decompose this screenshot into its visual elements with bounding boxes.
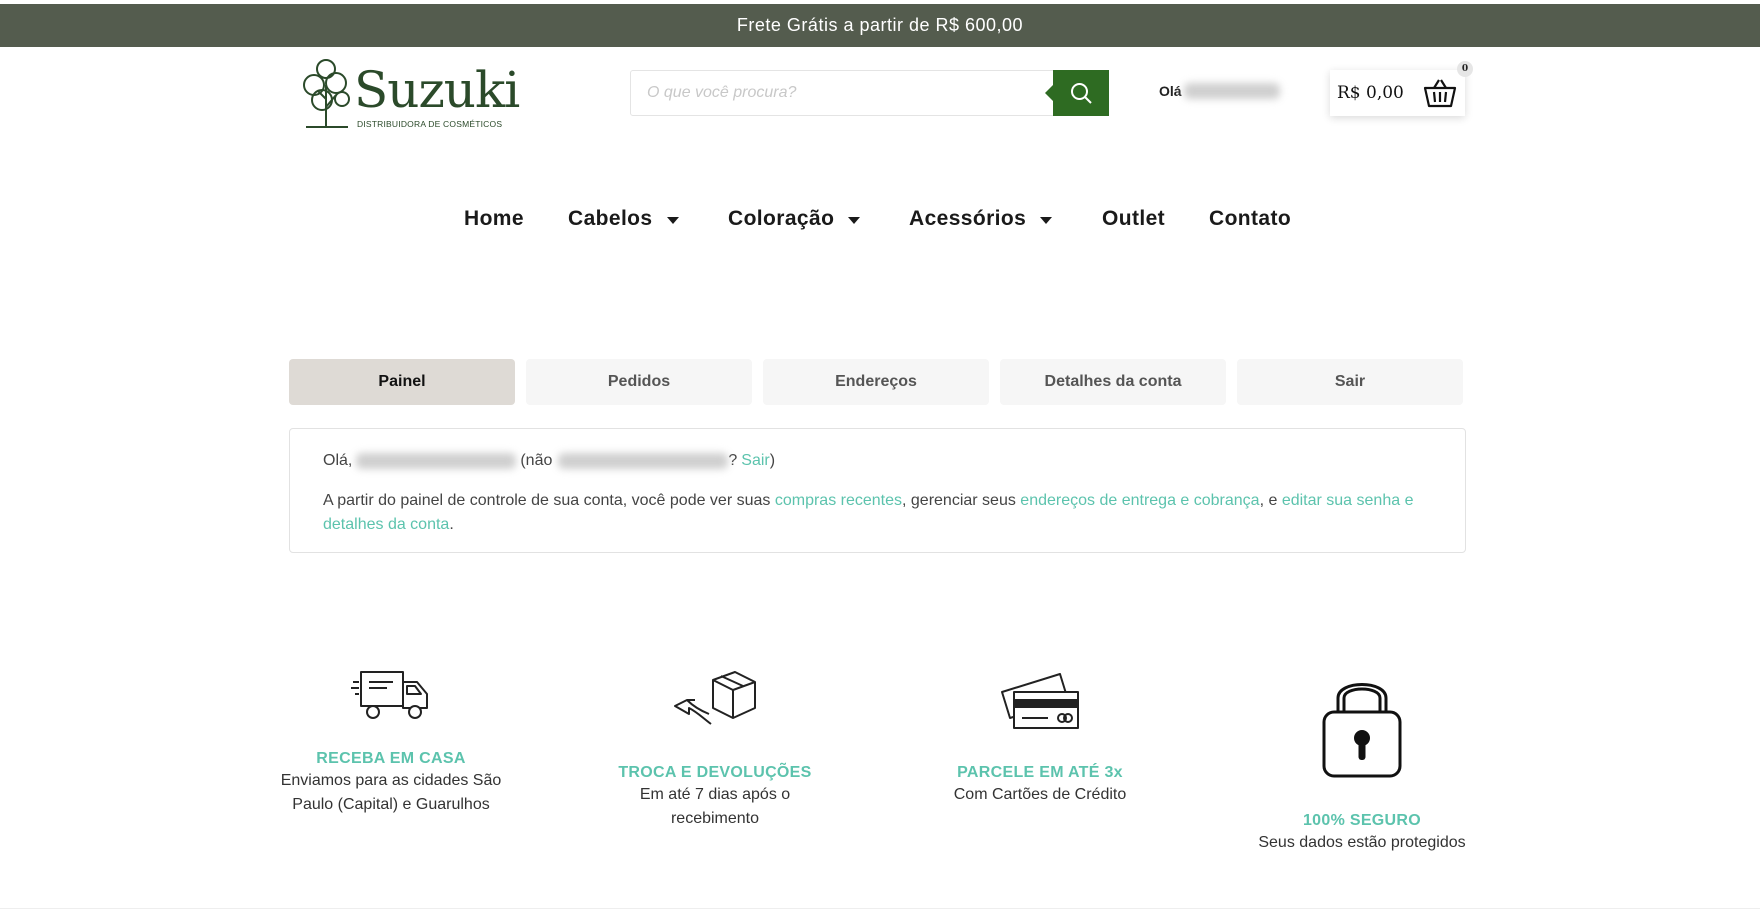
feature-returns: TROCA E DEVOLUÇÕES Em até 7 dias após o … <box>605 670 825 831</box>
redacted-username <box>1183 83 1280 99</box>
tab-pedidos[interactable]: Pedidos <box>526 359 752 405</box>
search-bar <box>630 70 1109 116</box>
cart-button[interactable]: R$ 0,00 <box>1330 70 1465 116</box>
not-prefix-text: (não <box>520 452 553 469</box>
tab-label: Sair <box>1334 373 1366 390</box>
dashboard-greeting: Olá, (não ? Sair ) <box>323 449 1432 473</box>
nav-label: Coloração <box>728 207 835 230</box>
logout-link[interactable]: Sair <box>741 449 769 473</box>
nav-item-outlet[interactable]: Outlet <box>1102 207 1165 231</box>
hello-text: Olá, <box>323 452 353 469</box>
cart-total: R$ 0,00 <box>1337 83 1404 103</box>
search-input[interactable] <box>631 71 1053 115</box>
tab-painel[interactable]: Painel <box>289 359 515 405</box>
user-greeting[interactable]: Olá <box>1159 83 1280 99</box>
feature-delivery: RECEBA EM CASA Enviamos para as cidades … <box>279 668 503 817</box>
intro-text: . <box>449 516 454 533</box>
feature-title: PARCELE EM ATÉ 3x <box>957 764 1123 781</box>
greeting-label: Olá <box>1159 83 1182 99</box>
chevron-down-icon <box>666 216 679 224</box>
return-box-icon <box>674 671 756 725</box>
promo-bar: Frete Grátis a partir de R$ 600,00 <box>0 4 1760 47</box>
intro-text: , e <box>1259 492 1282 509</box>
nav-label: Home <box>464 207 524 230</box>
feature-title: TROCA E DEVOLUÇÕES <box>618 764 812 781</box>
dashboard-panel: Olá, (não ? Sair ) A partir do painel de… <box>289 428 1466 553</box>
feature-description: Em até 7 dias após o recebimento <box>639 786 791 827</box>
search-icon <box>1071 83 1092 104</box>
nav-item-home[interactable]: Home <box>464 207 524 231</box>
dashboard-intro: A partir do painel de controle de sua co… <box>323 489 1432 537</box>
tab-label: Detalhes da conta <box>1044 373 1182 390</box>
recent-orders-link[interactable]: compras recentes <box>775 492 902 509</box>
addresses-link[interactable]: endereços de entrega e cobrança <box>1020 492 1259 509</box>
main-nav: Home Cabelos Coloração Acessórios Outlet… <box>0 207 1760 235</box>
tab-label: Pedidos <box>607 373 671 390</box>
basket-icon <box>1423 79 1457 108</box>
delivery-truck-icon <box>351 671 428 719</box>
feature-secure: 100% SEGURO Seus dados estão protegidos <box>1240 670 1484 855</box>
tree-logo-icon <box>303 59 350 128</box>
intro-text: A partir do painel de controle de sua co… <box>323 492 775 509</box>
footer-divider <box>0 908 1760 909</box>
site-logo[interactable]: Suzuki DISTRIBUIDORA DE COSMÉTICOS <box>298 55 520 135</box>
chevron-down-icon <box>848 216 861 224</box>
padlock-icon <box>1322 683 1402 778</box>
close-paren: ) <box>769 452 776 469</box>
feature-description: Seus dados estão protegidos <box>1258 834 1466 851</box>
feature-description: Enviamos para as cidades São Paulo (Capi… <box>280 772 502 813</box>
redacted-username <box>356 453 517 469</box>
nav-label: Acessórios <box>909 207 1027 230</box>
nav-item-acessorios[interactable]: Acessórios <box>909 207 1053 231</box>
logo-brand: Suzuki <box>354 61 520 119</box>
tab-sair[interactable]: Sair <box>1237 359 1463 405</box>
tab-label: Endereços <box>835 373 917 390</box>
chevron-down-icon <box>1040 216 1053 224</box>
credit-cards-icon <box>1001 673 1079 729</box>
redacted-username <box>558 453 729 469</box>
intro-text: , gerenciar seus <box>902 492 1021 509</box>
tab-label: Painel <box>378 373 426 390</box>
search-button[interactable] <box>1045 70 1109 116</box>
feature-description: Com Cartões de Crédito <box>953 786 1127 803</box>
cart-count-badge: 0 <box>1457 61 1473 77</box>
nav-item-contato[interactable]: Contato <box>1209 207 1291 231</box>
promo-text: Frete Grátis a partir de R$ 600,00 <box>736 15 1024 35</box>
logo-tagline: DISTRIBUIDORA DE COSMÉTICOS <box>357 119 503 129</box>
nav-label: Outlet <box>1102 207 1166 230</box>
nav-label: Cabelos <box>568 207 653 230</box>
nav-label: Contato <box>1209 207 1292 230</box>
feature-title: 100% SEGURO <box>1302 812 1421 829</box>
question-mark: ? <box>728 452 738 469</box>
tab-enderecos[interactable]: Endereços <box>763 359 989 405</box>
tab-detalhes-da-conta[interactable]: Detalhes da conta <box>1000 359 1226 405</box>
feature-installments: PARCELE EM ATÉ 3x Com Cartões de Crédito <box>920 670 1160 807</box>
nav-item-cabelos[interactable]: Cabelos <box>568 207 679 231</box>
nav-item-coloracao[interactable]: Coloração <box>728 207 861 231</box>
feature-title: RECEBA EM CASA <box>316 750 466 767</box>
